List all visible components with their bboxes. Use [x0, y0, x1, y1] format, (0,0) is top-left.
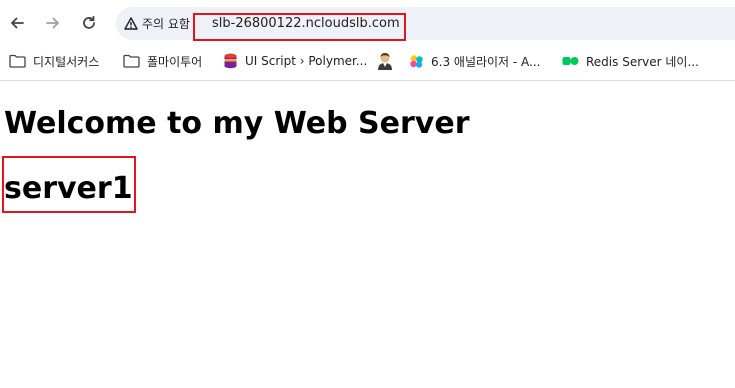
bookmark-item[interactable]: 디지털서커스: [9, 46, 99, 76]
avatar-icon: [378, 52, 392, 70]
ncloud-icon: [562, 57, 579, 65]
back-arrow-icon: [11, 17, 24, 29]
folder-icon: [9, 54, 26, 68]
server-highlight-box: [2, 156, 136, 213]
bookmark-item[interactable]: 6.3 애널라이저 - A...: [409, 46, 541, 76]
bookmarks-bar: 디지털서커스 폴마이투어 UI Script › Polymer... 6.3 …: [0, 46, 735, 81]
reload-button[interactable]: [77, 11, 101, 35]
url-highlight-box: [193, 13, 406, 41]
page-heading: Welcome to my Web Server: [4, 106, 470, 141]
warning-icon: [124, 17, 138, 30]
bookmark-item[interactable]: Redis Server 네이...: [562, 46, 699, 76]
page-content: Welcome to my Web Server server1: [0, 81, 735, 388]
folder-icon: [123, 54, 140, 68]
forward-arrow-icon: [46, 17, 59, 29]
bookmark-label: 디지털서커스: [33, 54, 100, 69]
security-chip-label: 주의 요함: [142, 17, 190, 31]
bookmark-label: UI Script › Polymer...: [245, 54, 368, 68]
forward-button[interactable]: [41, 11, 65, 35]
bookmark-item[interactable]: UI Script › Polymer...: [223, 46, 367, 76]
back-button[interactable]: [5, 11, 29, 35]
elastic-icon: [410, 54, 423, 68]
security-chip[interactable]: 주의 요함: [124, 7, 190, 40]
bookmark-item[interactable]: 폴마이투어: [123, 46, 202, 76]
reload-icon: [83, 15, 95, 29]
bookmark-label: Redis Server 네이...: [586, 54, 699, 69]
bookmark-label: 6.3 애널라이저 - A...: [431, 54, 541, 69]
bookmark-item[interactable]: [377, 46, 400, 76]
database-icon: [224, 53, 237, 69]
bookmark-label: 폴마이투어: [147, 54, 203, 69]
